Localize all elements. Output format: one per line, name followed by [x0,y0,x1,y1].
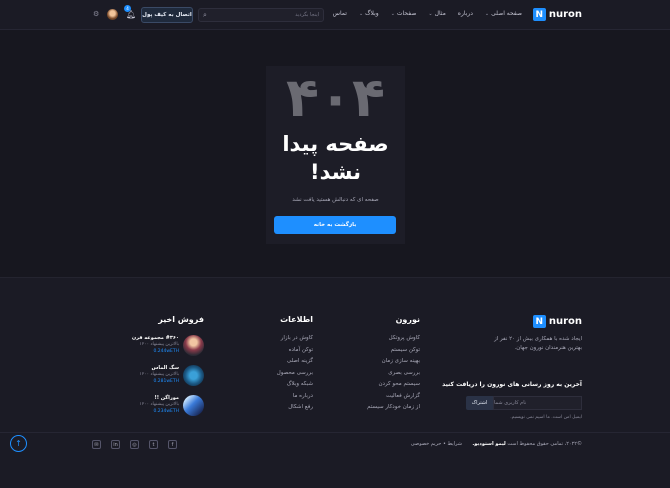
sale-price: 0.244wETH [153,349,179,354]
subscribe-button[interactable]: اشتراک [466,396,493,410]
copyright: ©۲۰۲۲، تمامی حقوق محفوظ است لیمو استودیو… [472,441,582,447]
logo-text: nuron [548,9,582,20]
nav-item-about[interactable]: درباره [458,10,473,17]
newsletter-form: اشتراک نام کاربری شما [466,396,582,410]
footer-link[interactable]: گزارش فعالیت [367,393,420,405]
nav-label: مثال [434,10,446,17]
chevron-down-icon: ⌄ [390,10,395,17]
footer: N nuron ایجاد شده با همکاری بیش از ۲۰ نف… [0,277,670,488]
nav-label: وبلاگ [365,10,379,17]
settings-icon[interactable]: ⚙ [93,10,99,18]
logo-mark: N [532,8,546,21]
error-code: ۴۰۴ [286,66,385,129]
sale-item[interactable]: سگ الماس بالاترین پیشنهاد ۱۲۰۰ 0.281wETH [139,365,204,387]
back-home-button[interactable]: بازگشت به خانه [274,216,396,234]
nav-item-blog[interactable]: وبلاگ ⌄ [359,10,379,17]
search-input[interactable]: ⌕ اینجا بگردید [198,8,324,22]
footer-link[interactable]: بررسی محصول [277,370,313,382]
logo-text: nuron [548,316,582,327]
logo-mark: N [532,315,546,328]
nav-label: تماس [332,10,347,17]
footer-link[interactable]: بهینه سازی زمان [367,358,420,370]
twitter-icon[interactable]: t [149,440,158,449]
page: N nuron صفحه اصلی ⌄ درباره مثال ⌄ صفحات ⌄ و… [0,0,670,488]
nav-item-pages[interactable]: صفحات ⌄ [391,10,417,17]
sale-price: 0.234wETH [153,409,179,414]
column-title: نورون [395,315,420,324]
linkedin-icon[interactable]: in [111,440,120,449]
footer-logo[interactable]: N nuron [532,315,582,328]
search-icon: ⌕ [203,10,207,19]
footer-link[interactable]: کاوش پروتکل [367,335,420,347]
sale-thumbnail [183,335,204,356]
sale-bid: بالاترین پیشنهاد ۱۲۰۰ [139,372,179,377]
social-links: ✉ in ◎ t f [92,440,177,449]
top-header: N nuron صفحه اصلی ⌄ درباره مثال ⌄ صفحات ⌄ و… [0,0,670,30]
sale-item[interactable]: موراگن !! بالاترین پیشنهاد ۱۲۰۰ 0.234wET… [139,395,204,417]
footer-link[interactable]: توکن سیستم [367,347,420,359]
main-nav: صفحه اصلی ⌄ درباره مثال ⌄ صفحات ⌄ وبلاگ ⌄ تم… [333,10,522,17]
chevron-down-icon: ⌄ [358,10,364,17]
avatar[interactable] [107,9,118,20]
footer-description: ایجاد شده با همکاری بیش از ۲۰ نفر از بهت… [494,336,582,351]
sale-name: موراگن !! [154,395,179,401]
nav-item-contact[interactable]: تماس [333,10,347,17]
sale-bid: بالاترین پیشنهاد ۱۲۰۰ [139,342,179,347]
copyright-text: ©۲۰۲۲، تمامی حقوق محفوظ است [505,441,582,447]
instagram-icon[interactable]: ◎ [130,440,139,449]
recent-sales-title: فروش اخیر [158,315,204,324]
footer-link[interactable]: توکن آماده [277,347,313,359]
notification-badge: 4 [124,5,131,12]
chevron-down-icon: ⌄ [428,10,433,17]
footer-divider [0,432,670,433]
scroll-to-top-button[interactable]: ↑ [10,435,27,452]
error-title: صفحه پیدا نشد! [282,132,389,184]
error-card: ۴۰۴ صفحه پیدا نشد! صفحه ای که دنبالش هست… [266,66,405,244]
newsletter-input[interactable]: نام کاربری شما [493,396,582,410]
footer-link[interactable]: گزینه اصلی [277,358,313,370]
sale-thumbnail [183,365,204,386]
sale-name: سگ الماس [151,365,180,371]
search-placeholder: اینجا بگردید [295,12,319,18]
terms-link[interactable]: شرایط [448,441,462,447]
footer-link[interactable]: رفع اشکال [277,404,313,416]
footer-link[interactable]: بررسی بصری [367,370,420,382]
footer-column-info: اطلاعات کاوش در بازار توکن آماده گزینه ا… [277,315,313,416]
footer-link[interactable]: شبکه وبلاگ [277,381,313,393]
site-logo[interactable]: N nuron [532,8,582,21]
mail-icon[interactable]: ✉ [92,440,101,449]
sale-name: #۳۶۰ مجموعه قرن [131,335,179,341]
nav-label: صفحات [396,10,417,17]
privacy-link[interactable]: حریم خصوصی [411,441,442,447]
separator: • [442,441,446,447]
footer-link[interactable]: از زمان خودکار سیستم [367,404,420,416]
nav-label: صفحه اصلی [491,10,522,17]
newsletter-note: ایمیل امن است. ما اسپم نمی نویسیم. [510,415,582,420]
sale-item[interactable]: #۳۶۰ مجموعه قرن بالاترین پیشنهاد ۱۲۰۰ 0.… [132,335,204,357]
footer-column-nuron: نورون کاوش پروتکل توکن سیستم بهینه سازی … [367,315,420,416]
facebook-icon[interactable]: f [168,440,177,449]
nav-item-examples[interactable]: مثال ⌄ [428,10,445,17]
error-subtitle: صفحه ای که دنبالش هستید یافت نشد [292,197,379,203]
newsletter-title: آخرین به روز رسانی های نورون را دریافت ک… [442,381,582,388]
copyright-brand[interactable]: لیمو استودیو. [472,441,505,447]
footer-link[interactable]: درباره ما [277,393,313,405]
nav-item-home[interactable]: صفحه اصلی ⌄ [485,10,522,17]
chevron-down-icon: ⌄ [484,10,490,17]
connect-wallet-button[interactable]: اتصال به کیف پول [141,7,193,23]
footer-link[interactable]: سیستم محو کردن [367,381,420,393]
sale-thumbnail [183,395,204,416]
nav-label: درباره [457,10,473,17]
footer-link[interactable]: کاوش در بازار [277,335,313,347]
sale-bid: بالاترین پیشنهاد ۱۲۰۰ [139,402,179,407]
column-title: اطلاعات [280,315,313,324]
sale-price: 0.281wETH [153,379,179,384]
legal-links: شرایط • حریم خصوصی [411,441,462,447]
